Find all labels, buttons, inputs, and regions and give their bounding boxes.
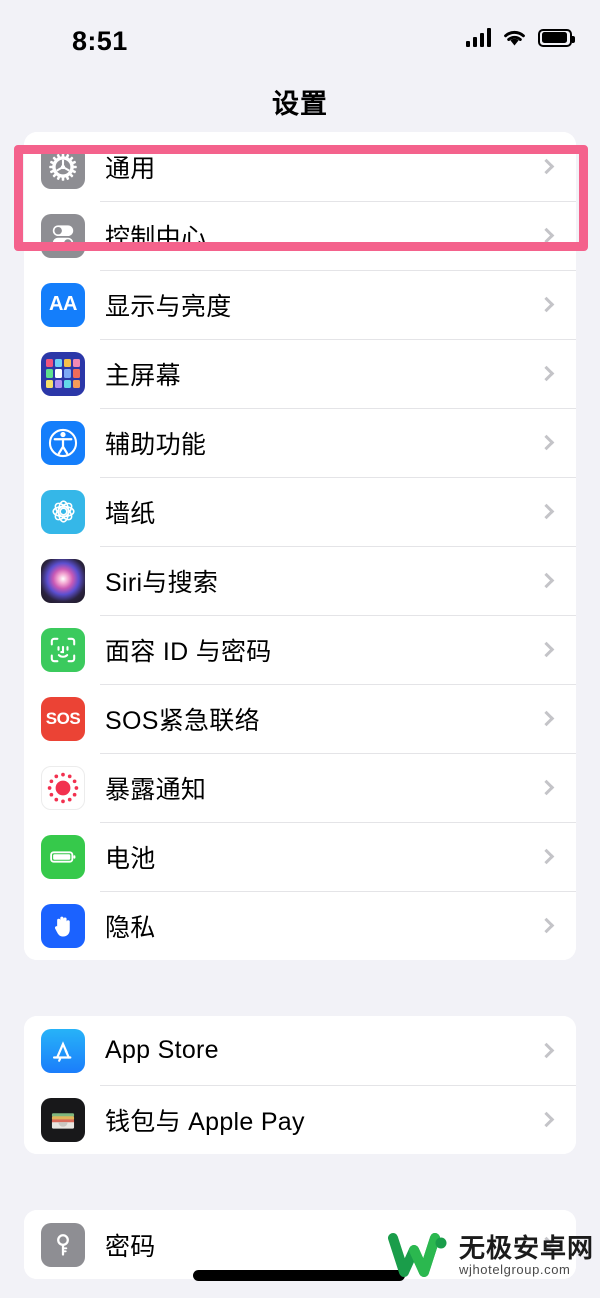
settings-group-store: App Store 钱包与 Apple Pay: [24, 1016, 576, 1154]
settings-row-label: 面容 ID 与密码: [105, 637, 272, 666]
page-title: 设置: [272, 88, 328, 119]
chevron-right-icon: [538, 641, 555, 658]
settings-row-battery[interactable]: 电池: [24, 822, 576, 891]
settings-row-label: 辅助功能: [105, 430, 207, 459]
app-grid-icon: [41, 351, 85, 396]
aa-text-icon: AA: [41, 282, 85, 327]
settings-row-face-id-passcode[interactable]: 面容 ID 与密码: [24, 615, 576, 684]
settings-row-display-brightness[interactable]: AA 显示与亮度: [24, 270, 576, 339]
chevron-right-icon: [538, 710, 555, 727]
status-bar-time: 8:51: [72, 26, 128, 56]
settings-row-wallet-apple-pay[interactable]: 钱包与 Apple Pay: [24, 1085, 576, 1154]
settings-row-accessibility[interactable]: 辅助功能: [24, 408, 576, 477]
settings-row-label: 显示与亮度: [105, 292, 232, 321]
chevron-right-icon: [538, 434, 555, 451]
settings-row-app-store[interactable]: App Store: [24, 1016, 576, 1085]
chevron-right-icon: [538, 296, 555, 313]
accessibility-icon: [41, 420, 85, 465]
watermark-name: 无极安卓网: [458, 1233, 594, 1264]
siri-orb-icon: [41, 558, 85, 603]
settings-row-label: App Store: [105, 1036, 219, 1064]
settings-row-label: 控制中心: [105, 223, 207, 252]
settings-row-label: 隐私: [105, 913, 156, 942]
chevron-right-icon: [538, 848, 555, 865]
settings-row-privacy[interactable]: 隐私: [24, 891, 576, 960]
app-store-icon: [41, 1028, 85, 1073]
watermark-url: wjhotelgroup.com: [458, 1262, 571, 1278]
hand-icon: [41, 903, 85, 948]
settings-screen: 8:51 设置 通用 控制中心 AA 显示与亮度 主屏幕 辅助功能 墙纸 Sir…: [0, 0, 600, 1298]
chevron-right-icon: [538, 503, 555, 520]
chevron-right-icon: [538, 158, 555, 175]
chevron-right-icon: [538, 1111, 555, 1128]
settings-row-wallpaper[interactable]: 墙纸: [24, 477, 576, 546]
wallet-icon: [41, 1097, 85, 1142]
watermark-logo-icon: [387, 1233, 447, 1277]
chevron-right-icon: [538, 365, 555, 382]
chevron-right-icon: [538, 227, 555, 244]
settings-row-label: Siri与搜索: [105, 568, 219, 597]
chevron-right-icon: [538, 917, 555, 934]
status-bar: 8:51: [0, 0, 600, 70]
settings-row-control-center[interactable]: 控制中心: [24, 201, 576, 270]
settings-row-label: 钱包与 Apple Pay: [105, 1107, 305, 1136]
settings-row-label: SOS紧急联络: [105, 706, 260, 735]
toggles-icon: [41, 213, 85, 258]
key-icon: [41, 1222, 85, 1267]
settings-row-siri-search[interactable]: Siri与搜索: [24, 546, 576, 615]
chevron-right-icon: [538, 572, 555, 589]
settings-row-general[interactable]: 通用: [24, 132, 576, 201]
sos-icon: SOS: [41, 696, 85, 741]
settings-row-label: 暴露通知: [105, 775, 207, 804]
gear-icon: [41, 144, 85, 189]
settings-row-label: 墙纸: [105, 499, 156, 528]
home-indicator[interactable]: [193, 1270, 405, 1281]
chevron-right-icon: [538, 1042, 555, 1059]
nav-bar: 设置: [0, 70, 600, 132]
status-bar-indicators: [465, 28, 575, 47]
flower-icon: [41, 489, 85, 534]
settings-group-system: 通用 控制中心 AA 显示与亮度 主屏幕 辅助功能 墙纸 Siri与搜索 面容 …: [24, 132, 576, 960]
settings-row-exposure-notifications[interactable]: 暴露通知: [24, 753, 576, 822]
settings-row-label: 通用: [105, 154, 156, 183]
settings-row-label: 主屏幕: [105, 361, 181, 390]
cellular-signal-icon: [465, 28, 491, 47]
settings-row-label: 电池: [105, 844, 156, 873]
settings-row-home-screen[interactable]: 主屏幕: [24, 339, 576, 408]
battery-icon: [41, 834, 85, 879]
exposure-dot-icon: [41, 765, 85, 810]
watermark: 无极安卓网 wjhotelgroup.com: [387, 1232, 594, 1280]
settings-row-emergency-sos[interactable]: SOS SOS紧急联络: [24, 684, 576, 753]
wifi-icon: [502, 28, 527, 47]
face-id-icon: [41, 627, 85, 672]
battery-icon: [538, 28, 575, 47]
chevron-right-icon: [538, 779, 555, 796]
